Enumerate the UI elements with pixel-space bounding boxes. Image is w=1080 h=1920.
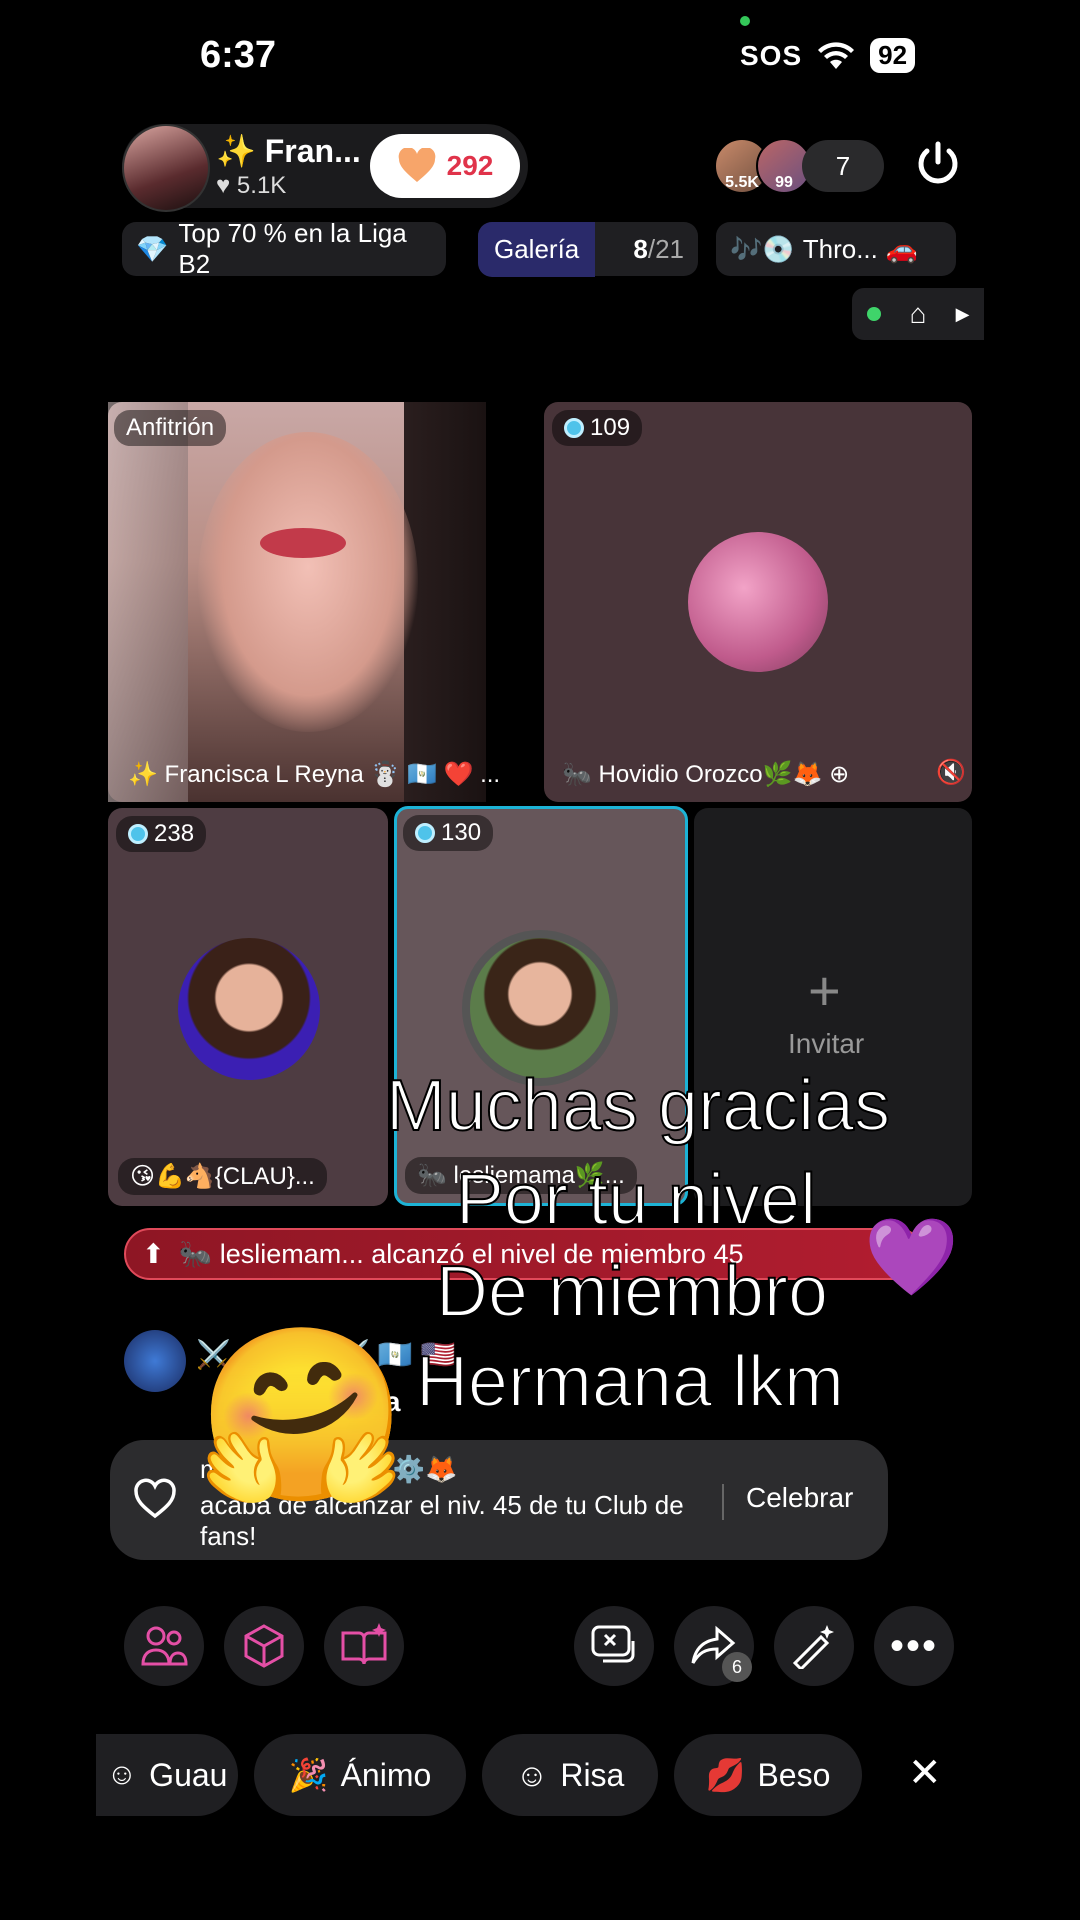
invite-label: Invitar [788,1028,865,1059]
divider [722,1484,724,1520]
viewer-count[interactable]: 7 [802,140,884,192]
add-icon[interactable]: ⊕ [829,761,849,788]
viewers-group[interactable]: 5.5K 99 7 [714,138,884,194]
viewer-badge: 99 [775,174,793,191]
gift-car-icon: 🚗 [885,233,919,264]
chat-x-icon [591,1625,635,1663]
status-time: 6:37 [200,34,277,76]
celebrate-button[interactable]: Celebrar [746,1482,853,1514]
more-button[interactable]: ••• [874,1606,954,1686]
guests-button[interactable] [124,1606,204,1686]
overlay-text-line3: De miembro [435,1252,829,1332]
score-value: 292 [446,150,494,181]
wand-icon [792,1625,834,1669]
ellipsis-icon: ••• [889,1623,938,1668]
music-chip[interactable]: 🎶💿 Thro... 🚗 [716,222,956,276]
stories-button[interactable] [324,1606,404,1686]
host-name: ✨ Fran... [216,133,361,169]
status-icons: SOS 92 [740,38,916,73]
heart-outline-icon [134,1478,176,1519]
host-face [198,432,418,732]
wow-face-icon: ☺ [106,1758,138,1791]
diamond-icon: 💎 [136,233,169,264]
sos-label: SOS [740,39,803,71]
video-background [108,402,188,802]
home-icon[interactable]: ⌂ [910,298,927,330]
privacy-indicator [740,16,750,26]
reaction-risa[interactable]: ☺ Risa [482,1734,658,1816]
reaction-animo[interactable]: 🎉 Ánimo [254,1734,466,1816]
level-icon [415,823,435,843]
laugh-face-icon: ☺ [515,1756,549,1793]
guest-avatar-clau[interactable] [178,938,320,1080]
share-button[interactable]: 6 [674,1606,754,1686]
book-sparkle-icon [341,1623,387,1665]
viewer-badge: 5.5K [725,174,759,191]
reaction-label: Beso [757,1756,831,1793]
gallery-label: Galería [478,221,596,277]
reaction-guau[interactable]: ☺ Guau [96,1734,238,1816]
guest-score-tag: 130 [403,815,494,851]
gallery-count: 8 [633,233,648,264]
share-count-badge: 6 [722,1652,752,1682]
score-button[interactable]: 292 [370,134,520,198]
close-icon[interactable]: ✕ [908,1750,942,1796]
plus-icon: + [808,959,841,1022]
host-likes: ♥ 5.1K [216,172,286,200]
reaction-beso[interactable]: 💋 Beso [674,1734,862,1816]
host-tag: Anfitrión [114,410,227,446]
gallery-total: /21 [647,233,684,264]
party-icon: 🎉 [288,1757,329,1793]
gallery-chip[interactable]: Galería 8/21 [478,221,698,277]
guest-avatar-lesliemama[interactable] [462,930,618,1086]
effects-button[interactable] [224,1606,304,1686]
comments-off-button[interactable] [574,1606,654,1686]
people-icon [141,1626,188,1666]
wifi-icon [818,41,855,69]
guest-avatar-roses[interactable] [688,532,828,672]
invite-tile[interactable]: + Invitar [694,808,972,1206]
overlay-text-line1: Muchas gracias [385,1066,891,1146]
host-tile-name: ✨ Francisca L Reyna ☃️ 🇬🇹 ❤️ ... [128,761,501,788]
reaction-label: Guau [149,1756,228,1793]
play-icon[interactable]: ▶ [956,304,970,325]
hugging-face-emoji: 🤗 [196,1321,408,1511]
host-avatar[interactable] [122,124,210,212]
guest-name: 🐜 Hovidio Orozco🌿🦊 ⊕ [562,760,849,789]
overlay-text-line2: Por tu nivel [455,1160,817,1240]
host-video-tile[interactable]: Anfitrión ✨ Francisca L Reyna ☃️ 🇬🇹 ❤️ .… [108,402,500,802]
guest-score-tag: 238 [116,816,207,852]
host-lips [260,528,346,558]
reaction-label: Ánimo [340,1756,432,1793]
power-icon[interactable] [914,140,962,188]
level-icon [128,824,148,844]
heart-icon: ♥ [216,172,231,199]
live-dot-icon [866,307,881,321]
music-title: Thro... [802,233,878,264]
guest-score: 109 [590,414,631,441]
overlay-text-line4: Hermana lkm [415,1342,845,1422]
magic-wand-button[interactable] [774,1606,854,1686]
guest-score: 130 [441,819,482,846]
gallery-progress: 8/21 [633,234,684,265]
guest-score-tag: 109 [552,410,643,446]
battery-indicator: 92 [870,38,916,73]
host-likes-value: 5.1K [236,172,287,199]
guest-name-text: 🐜 Hovidio Orozco🌿🦊 [562,761,823,788]
league-chip[interactable]: 💎 Top 70 % en la Liga B2 [122,218,446,279]
kiss-lips-icon: 💋 [705,1757,746,1793]
league-label: Top 70 % en la Liga B2 [178,218,407,279]
cube-icon [244,1624,284,1668]
level-icon [564,418,584,438]
orange-heart-icon [398,148,435,182]
mic-muted-icon: 🔇 [936,759,966,786]
reaction-label: Risa [560,1756,625,1793]
music-note-icon: 🎶💿 [730,233,795,264]
mini-controls[interactable]: ⌂ ▶ [852,288,984,340]
guest-score: 238 [154,820,195,847]
